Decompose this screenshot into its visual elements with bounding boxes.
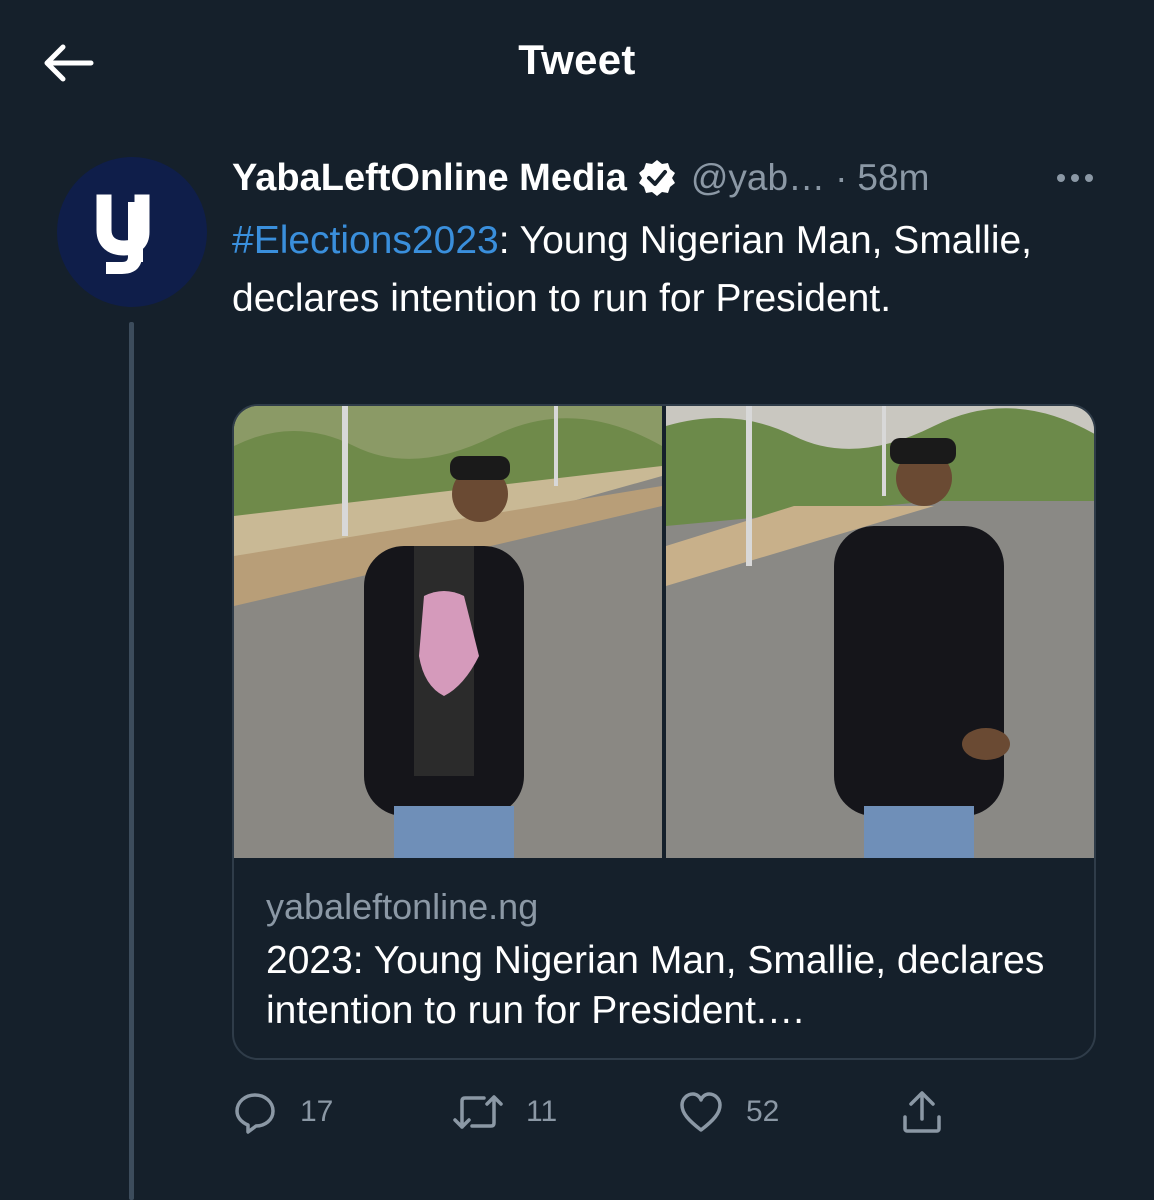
card-image [234,406,1094,858]
reply-count: 17 [300,1095,334,1128]
card-domain: yabaleftonline.ng [266,886,539,927]
like-button[interactable]: 52 [678,1082,779,1142]
verified-badge-icon [637,158,677,198]
yabaleft-logo-icon [96,194,150,274]
tweet-detail-page: Tweet YabaLeftOnline Media @yab… · 58m #… [0,0,1154,1200]
top-bar: Tweet [0,0,1154,124]
tweet-actions: 17 11 52 [232,1082,992,1142]
more-options-button[interactable] [1050,160,1100,196]
retweet-button[interactable]: 11 [452,1082,557,1142]
reply-button[interactable]: 17 [232,1082,333,1142]
more-options-icon [1057,174,1093,182]
avatar[interactable] [57,157,207,307]
author-name[interactable]: YabaLeftOnline Media [232,157,627,200]
meta-separator: · [835,157,848,198]
retweet-icon [453,1095,503,1129]
share-button[interactable] [900,1082,944,1142]
link-preview-card[interactable]: yabaleftonline.ng 2023: Young Nigerian M… [232,404,1096,1060]
tweet-time[interactable]: 58m [857,157,929,199]
tweet-header: YabaLeftOnline Media @yab… · 58m [232,150,1112,206]
hashtag-link[interactable]: #Elections2023 [232,219,499,262]
retweet-count: 11 [526,1095,558,1128]
tweet-text: #Elections2023: Young Nigerian Man, Smal… [232,212,1052,328]
share-icon [903,1091,941,1133]
thread-line [129,322,134,1200]
like-icon [680,1092,722,1132]
page-title: Tweet [518,36,636,83]
card-title: 2023: Young Nigerian Man, Smallie, decla… [266,939,1045,1032]
reply-icon [235,1093,275,1134]
like-count: 52 [746,1095,780,1128]
author-handle[interactable]: @yab… [691,157,825,199]
card-photo-right [666,406,1094,858]
card-photo-left [234,406,662,858]
